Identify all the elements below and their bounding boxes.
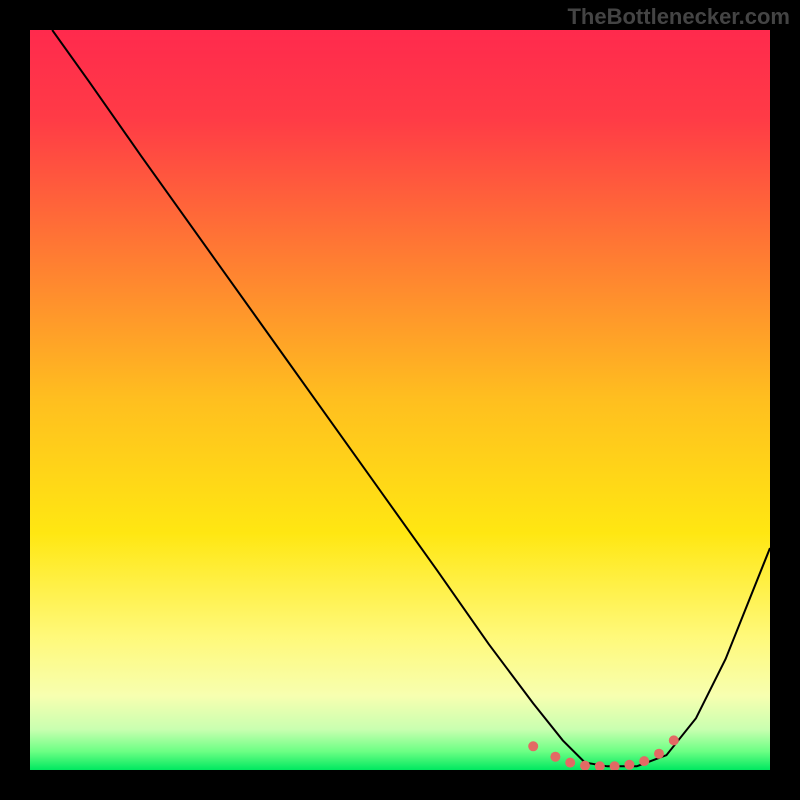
- bottleneck-chart: [30, 30, 770, 770]
- marker-dot: [624, 760, 634, 770]
- marker-dot: [565, 758, 575, 768]
- marker-dot: [550, 752, 560, 762]
- gradient-background: [30, 30, 770, 770]
- marker-dot: [639, 756, 649, 766]
- marker-dot: [669, 735, 679, 745]
- marker-dot: [528, 741, 538, 751]
- chart-frame: [30, 30, 770, 770]
- watermark-text: TheBottlenecker.com: [567, 4, 790, 30]
- marker-dot: [654, 749, 664, 759]
